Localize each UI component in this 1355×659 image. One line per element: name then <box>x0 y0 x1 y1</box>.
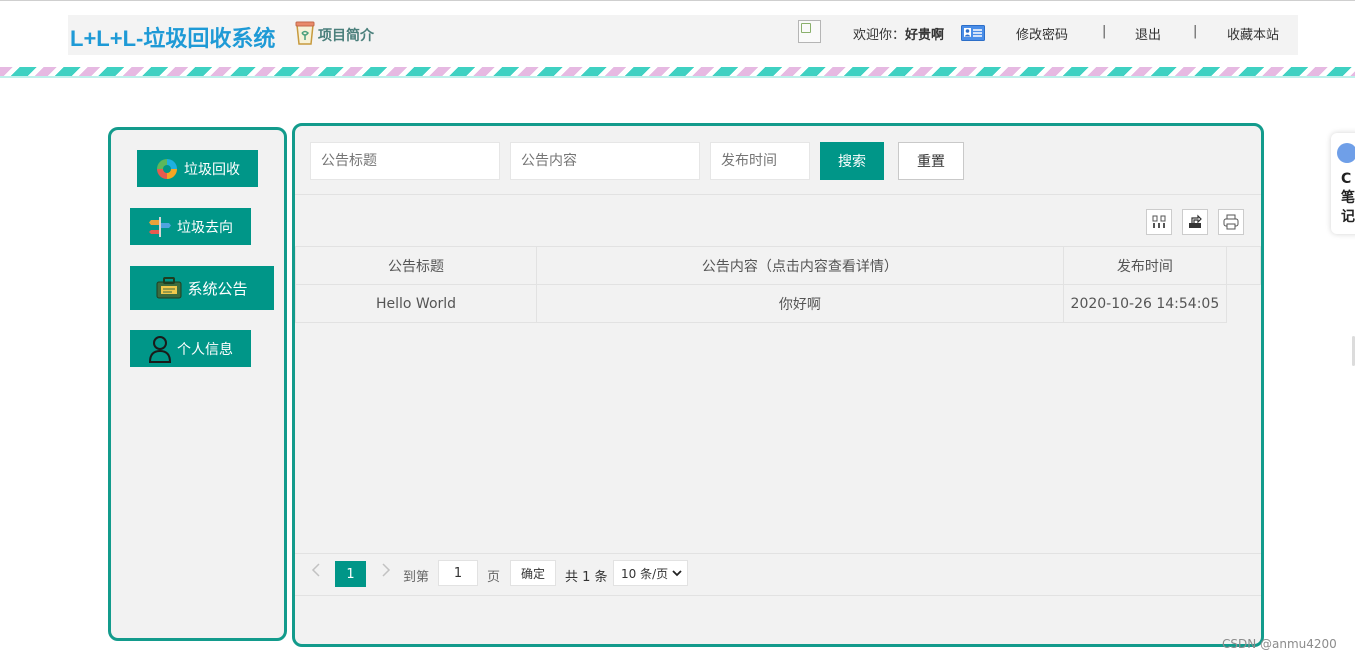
sidebar-item-system-notice[interactable]: 系统公告 <box>130 266 274 310</box>
project-intro-label: 项目简介 <box>318 28 374 44</box>
columns-filter-icon[interactable] <box>1146 209 1172 235</box>
welcome-text: 欢迎你：好贵啊 <box>853 24 944 43</box>
content-search-input[interactable] <box>510 142 700 180</box>
decorative-stripe <box>0 67 1355 76</box>
id-card-icon[interactable] <box>961 25 985 45</box>
cell-time: 2020-10-26 14:54:05 <box>1062 284 1228 323</box>
header-separator: | <box>1102 24 1107 39</box>
goto-page-input[interactable] <box>438 560 478 586</box>
prev-page-icon[interactable] <box>311 562 321 582</box>
welcome-prefix: 欢迎你： <box>853 28 906 43</box>
divider <box>295 595 1261 596</box>
sidebar: 垃圾回收 垃圾去向 系统公告 个人信息 <box>108 127 287 641</box>
change-password-link[interactable]: 修改密码 <box>1016 24 1068 43</box>
top-border-line <box>0 0 1355 1</box>
total-count: 共 1 条 <box>565 570 608 585</box>
cell-content[interactable]: 你好啊 <box>536 284 1064 323</box>
brand-title: L+L+L-垃圾回收系统 <box>70 26 276 51</box>
search-button[interactable]: 搜索 <box>820 142 884 180</box>
sidebar-item-label: 系统公告 <box>187 279 248 298</box>
avatar[interactable] <box>798 20 821 43</box>
note-widget-icon <box>1337 143 1355 163</box>
chevron-down-icon <box>672 567 682 582</box>
logout-link[interactable]: 退出 <box>1135 24 1161 43</box>
watermark: CSDN @anmu4200 <box>1222 637 1337 651</box>
sidebar-item-personal-info[interactable]: 个人信息 <box>130 330 251 367</box>
username: 好贵啊 <box>905 28 945 43</box>
sidebar-item-label: 垃圾去向 <box>177 219 233 236</box>
page-size-select[interactable]: 10 条/页 <box>613 560 688 586</box>
goto-confirm-button[interactable]: 确定 <box>510 560 556 586</box>
floating-note-widget[interactable]: C笔记 <box>1331 133 1355 234</box>
header-separator: | <box>1193 24 1198 39</box>
export-icon[interactable] <box>1182 209 1208 235</box>
cell-spacer <box>1227 285 1261 323</box>
print-icon[interactable] <box>1218 209 1244 235</box>
sidebar-item-label: 垃圾回收 <box>184 161 240 178</box>
column-header-title[interactable]: 公告标题 <box>295 246 538 285</box>
sidebar-item-garbage-destination[interactable]: 垃圾去向 <box>130 208 251 245</box>
goto-prefix: 到第 <box>403 570 430 585</box>
project-intro-link[interactable]: 项目简介 <box>294 20 374 50</box>
header-bar: L+L+L-垃圾回收系统 项目简介 欢迎你：好贵啊 修改密码 | 退出 | 收藏… <box>68 15 1298 55</box>
reset-button[interactable]: 重置 <box>898 142 964 180</box>
sidebar-item-garbage-recycle[interactable]: 垃圾回收 <box>137 150 258 187</box>
cell-title: Hello World <box>295 284 538 323</box>
pagination: 1 到第 页 确定 共 1 条 10 条/页 <box>295 553 1261 595</box>
time-search-input[interactable] <box>710 142 810 180</box>
column-header-content[interactable]: 公告内容（点击内容查看详情） <box>536 246 1064 285</box>
goto-suffix: 页 <box>487 570 501 585</box>
column-header-spacer <box>1226 246 1261 285</box>
note-widget-label: C笔记 <box>1341 171 1355 225</box>
recycle-icon <box>155 157 179 181</box>
divider <box>295 194 1261 195</box>
decorative-stripe-underline <box>0 76 1355 78</box>
table-row[interactable]: Hello World 你好啊 2020-10-26 14:54:05 <box>295 284 1261 323</box>
sidebar-item-label: 个人信息 <box>177 341 233 358</box>
table-header-row: 公告标题 公告内容（点击内容查看详情） 发布时间 <box>295 246 1261 285</box>
briefcase-icon <box>156 276 182 300</box>
main-panel: 搜索 重置 公告标题 公告内容（点击内容查看详情） 发布时间 <box>292 123 1264 647</box>
cup-icon <box>294 20 316 50</box>
notice-table: 公告标题 公告内容（点击内容查看详情） 发布时间 Hello World 你好啊… <box>295 246 1261 323</box>
column-header-time[interactable]: 发布时间 <box>1062 246 1228 285</box>
page-number-current[interactable]: 1 <box>335 561 366 587</box>
next-page-icon[interactable] <box>381 562 391 582</box>
user-icon <box>148 335 172 363</box>
title-search-input[interactable] <box>310 142 500 180</box>
bookmark-link[interactable]: 收藏本站 <box>1227 24 1279 43</box>
page-size-value: 10 条/页 <box>621 566 669 581</box>
signpost-icon <box>148 215 172 239</box>
